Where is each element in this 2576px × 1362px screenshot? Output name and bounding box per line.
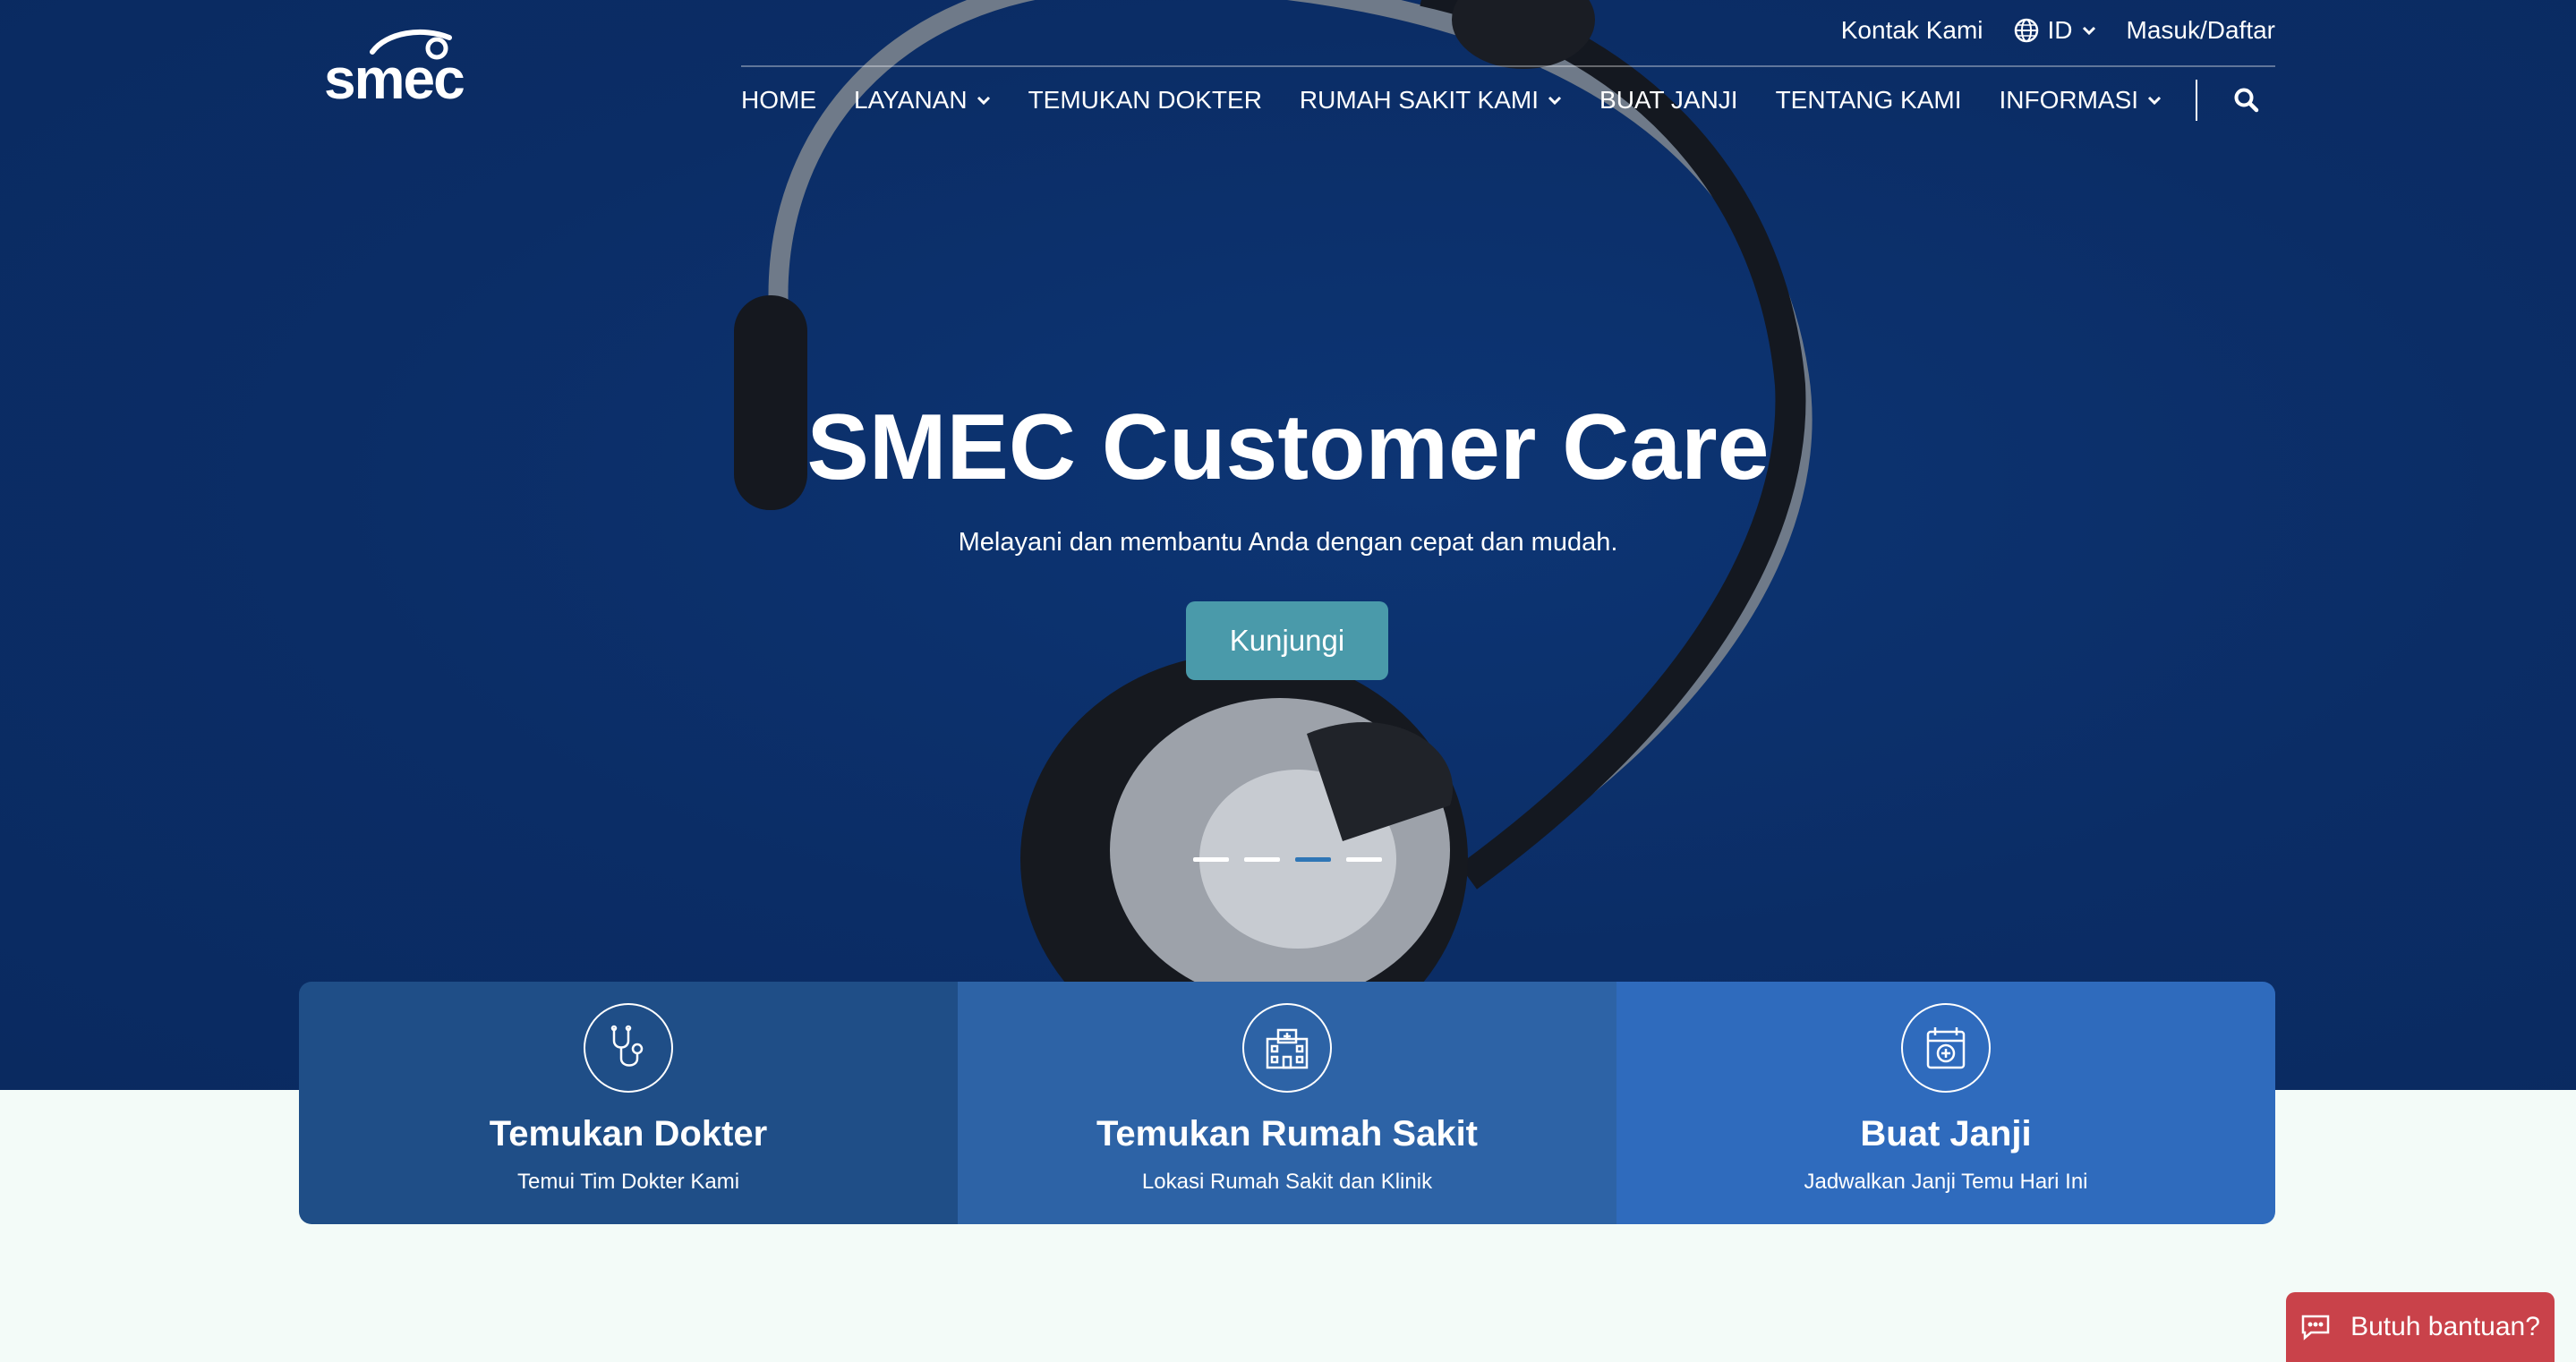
nav-item-label: LAYANAN (854, 86, 968, 114)
language-label: ID (2047, 16, 2073, 44)
stethoscope-icon (584, 1003, 673, 1093)
visit-button[interactable]: Kunjungi (1186, 601, 1388, 680)
nav-item-label: RUMAH SAKIT KAMI (1299, 86, 1540, 114)
card-subtitle: Jadwalkan Janji Temu Hari Ini (1804, 1170, 2088, 1194)
card-find-doctor[interactable]: Temukan Dokter Temui Tim Dokter Kami (299, 982, 958, 1224)
chat-icon (2301, 1315, 2330, 1341)
chevron-down-icon (977, 96, 990, 106)
nav-item-informasi[interactable]: INFORMASI (2000, 86, 2162, 115)
language-selector[interactable]: ID (2014, 16, 2096, 45)
quick-links: Temukan Dokter Temui Tim Dokter Kami Tem… (299, 982, 2275, 1224)
card-title: Buat Janji (1860, 1114, 2032, 1153)
card-make-appointment[interactable]: Buat Janji Jadwalkan Janji Temu Hari Ini (1616, 982, 2275, 1224)
search-icon[interactable] (2233, 87, 2260, 114)
contact-link[interactable]: Kontak Kami (1841, 16, 1983, 45)
chevron-down-icon (2082, 26, 2095, 36)
chevron-down-icon (1548, 96, 1562, 106)
carousel-indicators (1193, 857, 1382, 862)
help-button[interactable]: Butuh bantuan? (2286, 1292, 2555, 1362)
help-label: Butuh bantuan? (2350, 1312, 2540, 1341)
calendar-icon (1901, 1003, 1991, 1093)
nav-item-home[interactable]: HOME (741, 86, 816, 115)
card-subtitle: Temui Tim Dokter Kami (516, 1170, 740, 1194)
nav-item-layanan[interactable]: LAYANAN (854, 86, 991, 115)
carousel-dot[interactable] (1244, 857, 1280, 862)
carousel-dot[interactable] (1346, 857, 1382, 862)
nav-item-label: TENTANG KAMI (1775, 86, 1962, 114)
hero-title: SMEC Customer Care (806, 396, 1770, 499)
hero-subtitle: Melayani dan membantu Anda dengan cepat … (958, 528, 1618, 557)
card-title: Temukan Dokter (489, 1114, 768, 1153)
carousel-dot[interactable] (1193, 857, 1229, 862)
carousel-dot-active[interactable] (1295, 857, 1331, 862)
globe-icon (2014, 18, 2038, 43)
nav-item-label: TEMUKAN DOKTER (1028, 86, 1262, 114)
logo-text: smec (324, 47, 465, 111)
nav-item-label: INFORMASI (1999, 86, 2139, 114)
header-divider (741, 65, 2275, 67)
nav-divider (2196, 80, 2198, 121)
hospital-icon (1242, 1003, 1332, 1093)
smec-logo[interactable]: smec (324, 29, 465, 107)
nav-item-tentang-kami[interactable]: TENTANG KAMI (1776, 86, 1962, 115)
top-bar: Kontak Kami ID Masuk/Daftar (1841, 13, 2275, 48)
card-subtitle: Lokasi Rumah Sakit dan Klinik (1141, 1170, 1433, 1194)
nav-item-buat-janji[interactable]: BUAT JANJI (1599, 86, 1738, 115)
login-link[interactable]: Masuk/Daftar (2127, 16, 2276, 45)
nav-item-rumah-sakit-kami[interactable]: RUMAH SAKIT KAMI (1300, 86, 1562, 115)
nav-item-label: HOME (741, 86, 816, 114)
card-find-hospital[interactable]: Temukan Rumah Sakit Lokasi Rumah Sakit d… (958, 982, 1616, 1224)
nav-item-label: BUAT JANJI (1599, 86, 1738, 114)
card-title: Temukan Rumah Sakit (1096, 1114, 1479, 1153)
main-nav: HOME LAYANAN TEMUKAN DOKTER RUMAH SAKIT … (741, 80, 2260, 121)
chevron-down-icon (2148, 96, 2162, 106)
nav-item-temukan-dokter[interactable]: TEMUKAN DOKTER (1028, 86, 1262, 115)
